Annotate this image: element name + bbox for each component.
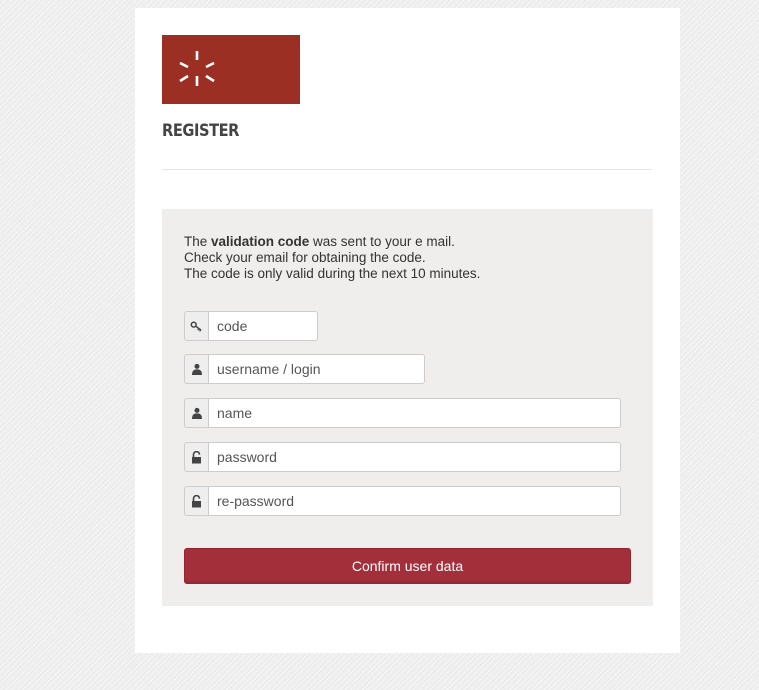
validation-code-emphasis: validation code <box>211 234 310 249</box>
username-input[interactable] <box>208 354 425 384</box>
divider <box>162 169 652 170</box>
validation-message: The validation code was sent to your e m… <box>184 234 480 282</box>
user-icon <box>184 354 208 384</box>
validation-panel: The validation code was sent to your e m… <box>162 209 653 606</box>
register-card: REGISTER The validation code was sent to… <box>135 8 680 653</box>
username-input-group <box>184 354 425 384</box>
lock-icon <box>184 486 208 516</box>
university-logo <box>162 35 300 104</box>
asterisk-burst-icon <box>179 51 215 86</box>
name-input-group <box>184 398 621 428</box>
message-line-3: The code is only valid during the next 1… <box>184 266 481 281</box>
key-icon <box>184 311 208 341</box>
user-icon <box>184 398 208 428</box>
code-input-group <box>184 311 318 341</box>
re-password-input-group <box>184 486 621 516</box>
password-input[interactable] <box>208 442 621 472</box>
code-input[interactable] <box>208 311 318 341</box>
name-input[interactable] <box>208 398 621 428</box>
page-title: REGISTER <box>162 121 239 141</box>
password-input-group <box>184 442 621 472</box>
message-line-2: Check your email for obtaining the code. <box>184 250 426 265</box>
confirm-user-data-button[interactable]: Confirm user data <box>184 548 631 584</box>
message-line-1: The validation code was sent to your e m… <box>184 234 455 249</box>
lock-icon <box>184 442 208 472</box>
re-password-input[interactable] <box>208 486 621 516</box>
